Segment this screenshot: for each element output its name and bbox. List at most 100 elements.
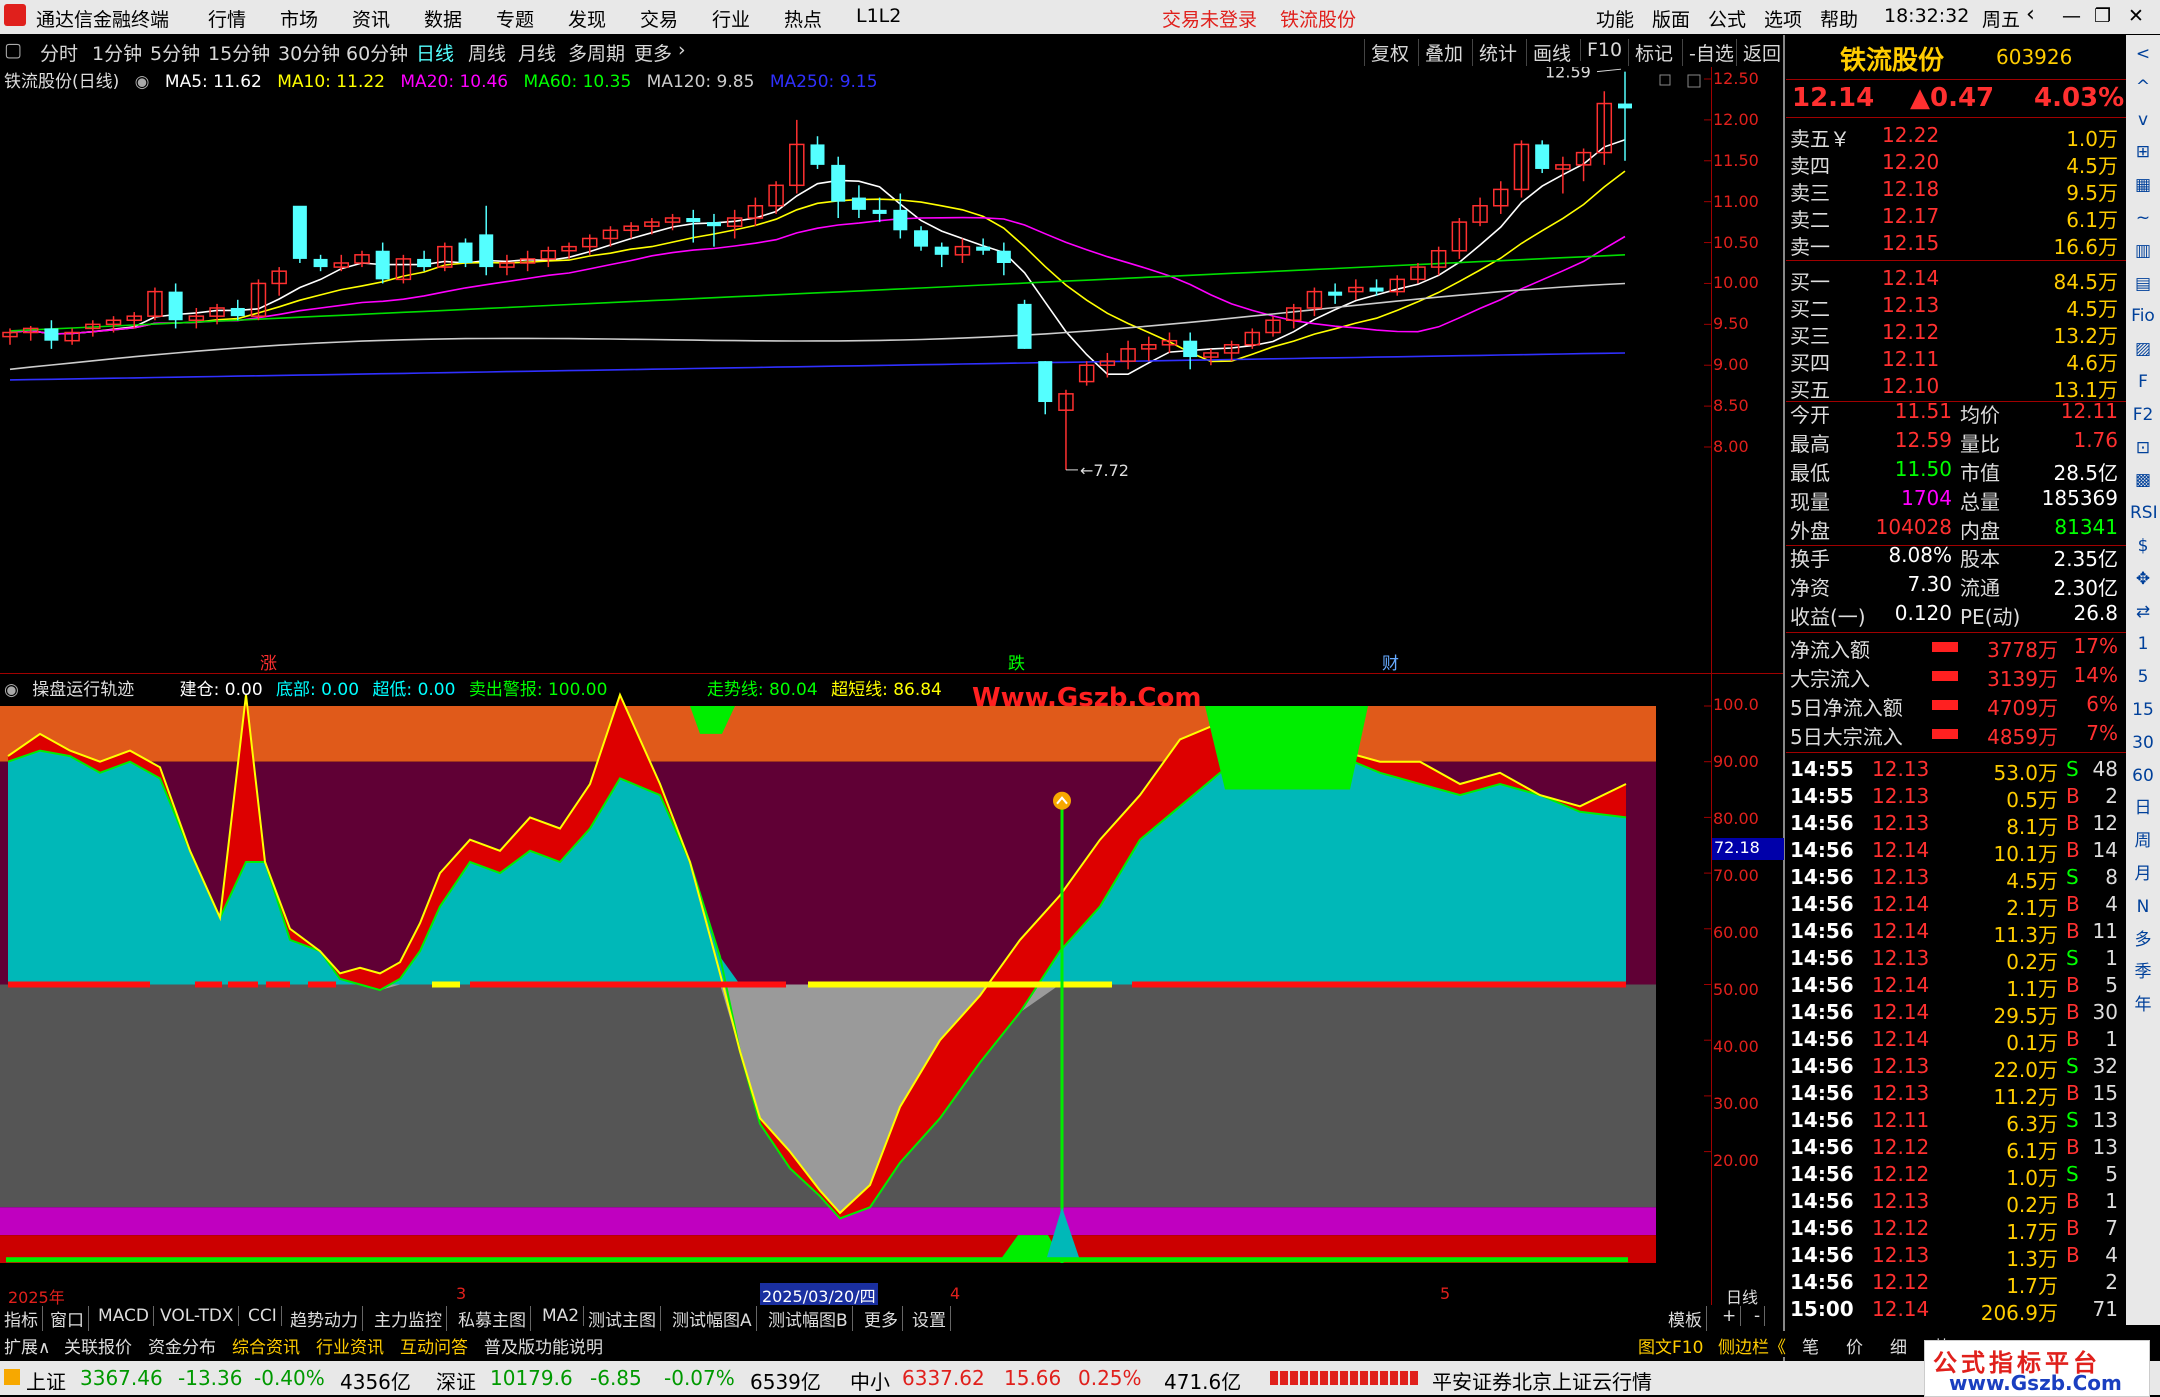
side-tool-icon[interactable]: < bbox=[2130, 41, 2156, 67]
tick-row[interactable]: 14:55 12.13 53.0万 S 48 bbox=[1786, 757, 2126, 785]
indicator-settings-icon[interactable]: ◉ bbox=[4, 680, 19, 700]
tab-fund-distribution[interactable]: 资金分布 bbox=[144, 1333, 220, 1358]
sme-index-label[interactable]: 中小 bbox=[850, 1366, 890, 1395]
stat-row[interactable]: 现量 1704 总量 185369 bbox=[1786, 486, 2126, 514]
menu-trade[interactable]: 交易 bbox=[640, 5, 678, 32]
side-tool-icon[interactable]: 60 bbox=[2130, 763, 2156, 789]
bid-row[interactable]: 买五 12.10 13.1万 bbox=[1786, 374, 2126, 402]
tab-vol-tdx[interactable]: VOL-TDX bbox=[156, 1306, 239, 1326]
side-tool-icon[interactable]: ⊞ bbox=[2130, 139, 2156, 165]
zoom-in-button[interactable]: + bbox=[1718, 1306, 1742, 1326]
tab-weekly[interactable]: 周线 bbox=[468, 39, 506, 66]
tick-row[interactable]: 14:56 12.14 11.3万 B 11 bbox=[1786, 919, 2126, 947]
side-tool-icon[interactable]: 年 bbox=[2130, 992, 2156, 1018]
menu-options[interactable]: 选项 bbox=[1764, 5, 1802, 32]
menu-discover[interactable]: 发现 bbox=[568, 5, 606, 32]
bid-row[interactable]: 买四 12.11 4.6万 bbox=[1786, 347, 2126, 375]
stat-row[interactable]: 今开 11.51 均价 12.11 bbox=[1786, 399, 2126, 427]
side-tool-icon[interactable]: ⇄ bbox=[2130, 599, 2156, 625]
tab-monthly[interactable]: 月线 bbox=[518, 39, 556, 66]
stat-row[interactable]: 最低 11.50 市值 28.5亿 bbox=[1786, 457, 2126, 485]
side-tool-icon[interactable]: RSI bbox=[2130, 500, 2158, 526]
side-tool-icon[interactable]: 5 bbox=[2130, 664, 2156, 690]
stat-row[interactable]: 最高 12.59 量比 1.76 bbox=[1786, 428, 2126, 456]
side-tool-icon[interactable]: 月 bbox=[2130, 861, 2156, 887]
side-tool-icon[interactable]: 多 bbox=[2130, 927, 2156, 953]
side-tool-icon[interactable]: ▥ bbox=[2130, 238, 2156, 264]
menu-market[interactable]: 市场 bbox=[280, 5, 318, 32]
side-tool-icon[interactable]: v bbox=[2130, 107, 2156, 133]
bid-row[interactable]: 买二 12.13 4.5万 bbox=[1786, 293, 2126, 321]
ask-row[interactable]: 卖四 12.20 4.5万 bbox=[1786, 150, 2126, 178]
tab-daily[interactable]: 日线 bbox=[416, 39, 454, 66]
close-icon[interactable]: ✕ bbox=[2128, 5, 2144, 27]
tick-row[interactable]: 14:56 12.13 22.0万 S 32 bbox=[1786, 1054, 2126, 1082]
tab-extend[interactable]: 扩展∧ bbox=[0, 1333, 54, 1358]
tab-more-indicators[interactable]: 更多 bbox=[860, 1306, 903, 1331]
side-tool-icon[interactable]: 30 bbox=[2130, 730, 2156, 756]
tab-1min[interactable]: 1分钟 bbox=[92, 39, 142, 66]
tick-row[interactable]: 15:00 12.14 206.9万 71 bbox=[1786, 1297, 2126, 1325]
template-button[interactable]: 模板 bbox=[1664, 1306, 1707, 1331]
side-tool-icon[interactable]: ✥ bbox=[2130, 566, 2156, 592]
settings-icon[interactable]: ◉ bbox=[135, 72, 150, 92]
side-tool-icon[interactable]: 15 bbox=[2130, 697, 2156, 723]
ask-row[interactable]: 卖五￥ 12.22 1.0万 bbox=[1786, 123, 2126, 151]
side-tool-icon[interactable]: ▤ bbox=[2130, 271, 2156, 297]
tab-settings[interactable]: 设置 bbox=[908, 1306, 951, 1331]
side-tool-icon[interactable]: ~ bbox=[2130, 205, 2156, 231]
side-tool-icon[interactable]: 1 bbox=[2130, 631, 2156, 657]
tool-return[interactable]: 返回 bbox=[1736, 39, 1781, 66]
tab-test-main[interactable]: 测试主图 bbox=[584, 1306, 661, 1331]
tick-row[interactable]: 14:56 12.13 11.2万 B 15 bbox=[1786, 1081, 2126, 1109]
tab-window[interactable]: 窗口 bbox=[46, 1306, 89, 1331]
menu-layout[interactable]: 版面 bbox=[1652, 5, 1690, 32]
sh-index-label[interactable]: 上证 bbox=[26, 1366, 66, 1395]
menu-function[interactable]: 功能 bbox=[1596, 5, 1634, 32]
tab-pen[interactable]: 笔 bbox=[1798, 1333, 1823, 1358]
tab-test-sub-a[interactable]: 测试幅图A bbox=[668, 1306, 757, 1331]
tick-row[interactable]: 14:56 12.13 4.5万 S 8 bbox=[1786, 865, 2126, 893]
market-icon[interactable] bbox=[4, 1369, 20, 1385]
tab-qa[interactable]: 互动问答 bbox=[396, 1333, 472, 1358]
stat-row[interactable]: 换手 8.08% 股本 2.35亿 bbox=[1786, 543, 2126, 571]
menu-hot[interactable]: 热点 bbox=[784, 5, 822, 32]
menu-industry[interactable]: 行业 bbox=[712, 5, 750, 32]
ask-row[interactable]: 卖三 12.18 9.5万 bbox=[1786, 177, 2126, 205]
tab-15min[interactable]: 15分钟 bbox=[208, 39, 270, 66]
tick-row[interactable]: 14:56 12.14 0.1万 B 1 bbox=[1786, 1027, 2126, 1055]
tab-industry-news[interactable]: 行业资讯 bbox=[312, 1333, 388, 1358]
tool-draw[interactable]: 画线 bbox=[1526, 39, 1571, 66]
side-tool-icon[interactable]: 周 bbox=[2130, 828, 2156, 854]
stat-row[interactable]: 收益(一) 0.120 PE(动) 26.8 bbox=[1786, 601, 2126, 629]
side-tool-icon[interactable]: ▦ bbox=[2130, 172, 2156, 198]
tick-row[interactable]: 14:56 12.12 6.1万 B 13 bbox=[1786, 1135, 2126, 1163]
tab-private-main[interactable]: 私募主图 bbox=[454, 1306, 531, 1331]
side-tool-icon[interactable]: 日 bbox=[2130, 795, 2156, 821]
tool-f10[interactable]: F10 bbox=[1580, 39, 1622, 61]
ask-row[interactable]: 卖二 12.17 6.1万 bbox=[1786, 204, 2126, 232]
tab-basic-guide[interactable]: 普及版功能说明 bbox=[480, 1333, 607, 1358]
trade-status[interactable]: 交易未登录 bbox=[1162, 5, 1257, 32]
tab-multi-period[interactable]: 多周期 bbox=[568, 39, 625, 66]
back-icon[interactable]: ‹ bbox=[2026, 2, 2035, 27]
side-tool-icon[interactable]: ▨ bbox=[2130, 336, 2156, 362]
tool-overlay[interactable]: 叠加 bbox=[1418, 39, 1463, 66]
side-tool-icon[interactable]: $ bbox=[2130, 533, 2156, 559]
tick-row[interactable]: 14:56 12.12 1.0万 S 5 bbox=[1786, 1162, 2126, 1190]
menu-topics[interactable]: 专题 bbox=[496, 5, 534, 32]
menu-l1l2[interactable]: L1L2 bbox=[856, 5, 901, 27]
restore-icon[interactable]: ❐ bbox=[2094, 5, 2111, 27]
tool-stats[interactable]: 统计 bbox=[1472, 39, 1517, 66]
tick-row[interactable]: 14:56 12.14 10.1万 B 14 bbox=[1786, 838, 2126, 866]
side-tool-icon[interactable]: ▩ bbox=[2130, 467, 2156, 493]
tab-detail[interactable]: 细 bbox=[1886, 1333, 1911, 1358]
tab-related-quotes[interactable]: 关联报价 bbox=[60, 1333, 136, 1358]
tab-f10-text[interactable]: 图文F10 bbox=[1634, 1333, 1707, 1358]
tick-row[interactable]: 14:56 12.12 1.7万 2 bbox=[1786, 1270, 2126, 1298]
tool-mark[interactable]: 标记 bbox=[1628, 39, 1673, 66]
tab-60min[interactable]: 60分钟 bbox=[346, 39, 408, 66]
side-tool-icon[interactable]: ^ bbox=[2130, 74, 2156, 100]
stat-row[interactable]: 外盘 104028 内盘 81341 bbox=[1786, 515, 2126, 543]
tick-row[interactable]: 14:56 12.13 1.3万 B 4 bbox=[1786, 1243, 2126, 1271]
